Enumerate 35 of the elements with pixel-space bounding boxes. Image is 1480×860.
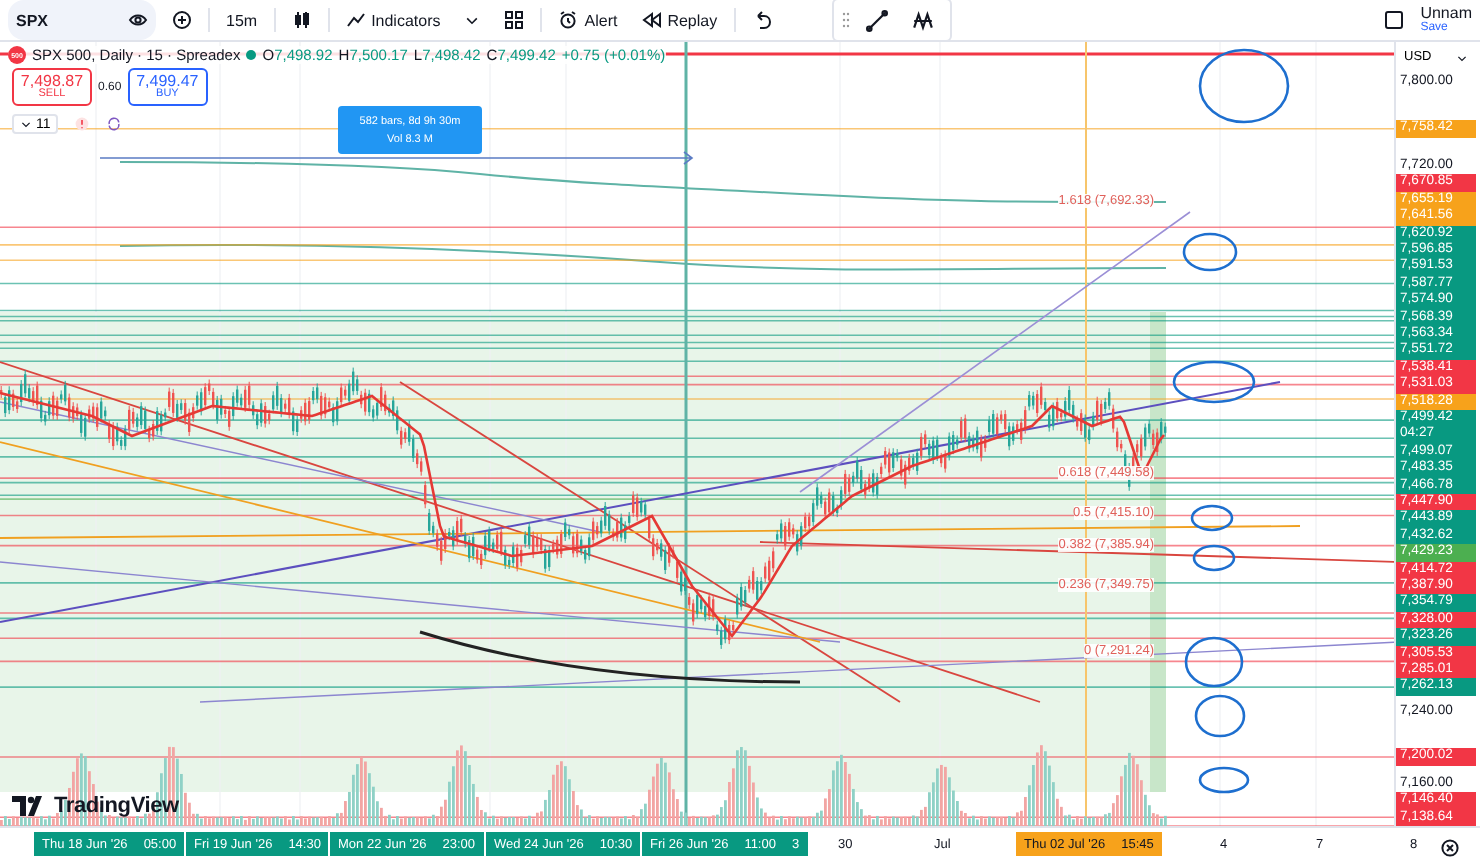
square-icon	[1384, 10, 1405, 30]
logo-icon	[12, 796, 48, 816]
diagonal-line-icon	[865, 9, 888, 31]
caret-icon	[20, 118, 32, 130]
caret-icon	[1456, 51, 1468, 63]
status-dot	[246, 50, 257, 60]
brand-name: TradingView	[54, 794, 179, 818]
plus-icon	[172, 10, 192, 30]
zigzag-icon	[911, 9, 934, 31]
settings-button[interactable]	[1440, 834, 1460, 854]
indicators-button[interactable]: Indicators	[337, 4, 449, 36]
ellipse-shape	[1184, 636, 1244, 688]
warning-icon	[74, 116, 91, 132]
replay-button[interactable]: Replay	[633, 4, 726, 36]
ellipse-shape	[1172, 360, 1256, 404]
ellipse-shape	[1198, 48, 1290, 124]
undo-icon	[751, 10, 772, 30]
grid-icon	[504, 10, 525, 30]
eye-icon	[128, 10, 148, 30]
alarm-clock-icon	[558, 10, 579, 30]
ellipse-shape	[1182, 232, 1238, 272]
candlestick-icon	[291, 10, 312, 30]
interval-button[interactable]: 15m	[218, 4, 266, 36]
rewind-icon	[641, 10, 662, 30]
alert-button[interactable]: Alert	[550, 4, 626, 36]
ellipse-shape	[1198, 766, 1250, 794]
layout-name[interactable]: Unnam	[1420, 6, 1472, 22]
symbol-search-field[interactable]: SPX	[8, 0, 156, 40]
sync-icon	[106, 116, 123, 132]
ellipse-shape	[1194, 694, 1246, 738]
drag-handle-icon	[841, 10, 850, 30]
line-chart-icon	[345, 10, 366, 30]
ellipse-shape	[1190, 504, 1234, 532]
caret-icon	[464, 12, 481, 28]
ellipse-shape	[1192, 544, 1236, 572]
